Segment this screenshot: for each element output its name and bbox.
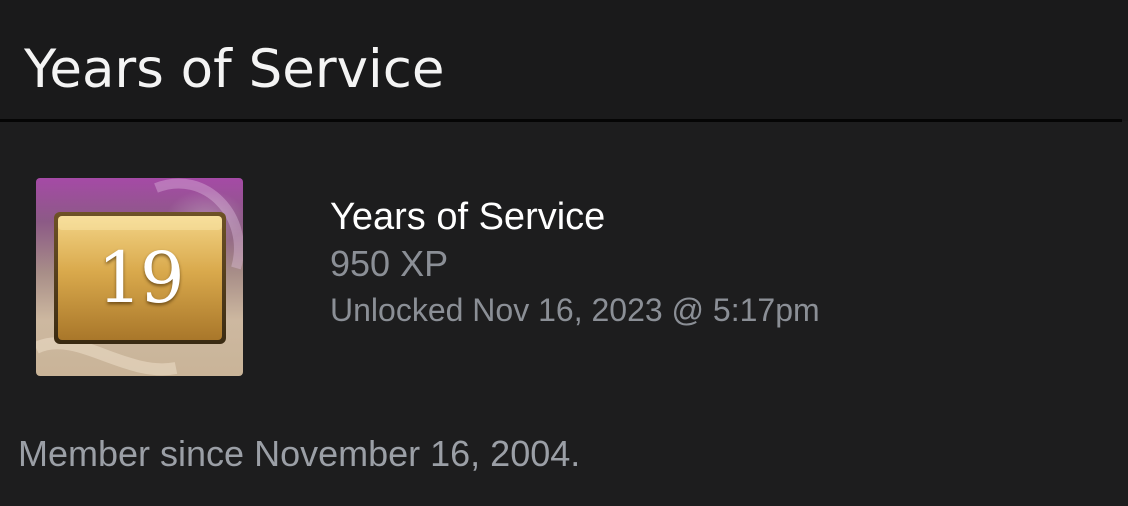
achievement-info: Years of Service 950 XP Unlocked Nov 16,… <box>330 194 820 330</box>
page-title: Years of Service <box>24 39 445 100</box>
achievement-name: Years of Service <box>330 196 606 238</box>
achievement-xp: 950 XP <box>330 243 449 284</box>
achievement-unlock-date: Unlocked Nov 16, 2023 @ 5:17pm <box>330 292 820 328</box>
badge-swirl <box>36 337 178 376</box>
badge-number: 19 <box>97 237 184 319</box>
section-header: Years of Service <box>0 0 1128 121</box>
header-divider <box>0 119 1122 122</box>
years-of-service-badge-icon: 19 <box>36 178 243 376</box>
member-since-text: Member since November 16, 2004. <box>18 433 581 474</box>
